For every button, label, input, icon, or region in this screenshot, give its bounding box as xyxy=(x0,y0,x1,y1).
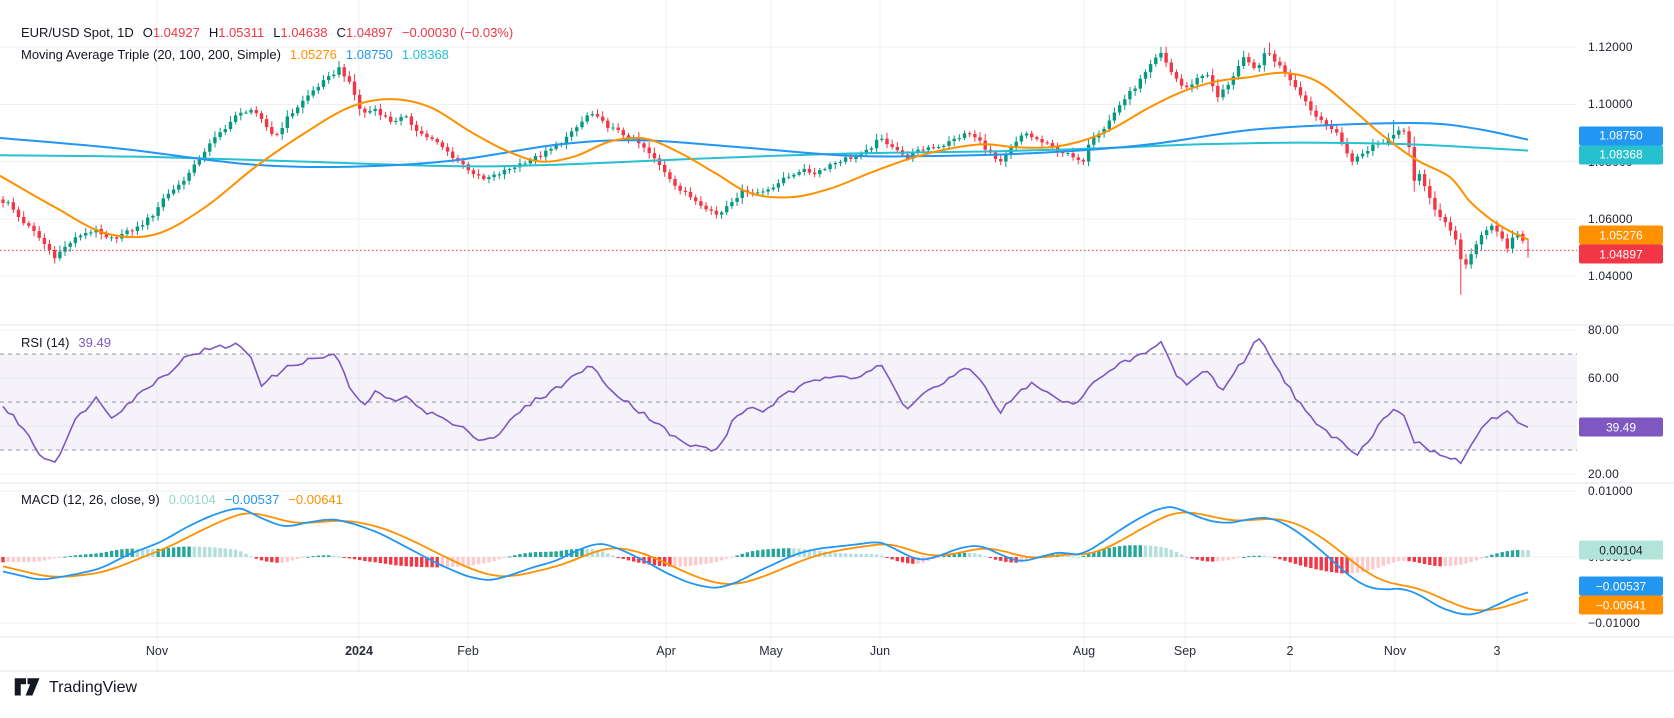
ma20-price-badge: 1.05276 xyxy=(1579,225,1663,245)
ohlc-high: H 1.05311 xyxy=(209,25,264,40)
close-label: C xyxy=(336,24,346,40)
macd-signal-value: −0.00641 xyxy=(288,491,343,507)
ma-title: Moving Average Triple (20, 100, 200, Sim… xyxy=(21,46,281,62)
price-axis[interactable] xyxy=(1577,0,1674,671)
close-value: 1.04897 xyxy=(345,24,393,40)
macd-title: MACD (12, 26, close, 9) xyxy=(21,491,160,507)
last-price-badge: 1.04897 xyxy=(1579,244,1663,264)
macd-hist-value: 0.00104 xyxy=(168,491,216,507)
open-value: 1.04927 xyxy=(152,24,200,40)
rsi-title: RSI (14) xyxy=(21,334,70,350)
tradingview-logo-text: TradingView xyxy=(49,679,138,696)
ma20-value: 1.05276 xyxy=(289,46,337,62)
chart-canvas[interactable] xyxy=(0,0,1674,718)
time-axis[interactable] xyxy=(0,637,1577,671)
rsi-legend-row[interactable]: RSI (14) 39.49 xyxy=(21,331,111,353)
high-value: 1.05311 xyxy=(218,24,265,40)
rsi-value: 39.49 xyxy=(78,334,111,350)
tradingview-chart-app: EUR/USD Spot, 1D O 1.04927 H 1.05311 L 1.04… xyxy=(0,0,1674,718)
tradingview-logo-icon xyxy=(14,678,40,696)
change-value: −0.00030 (−0.03%) xyxy=(401,24,514,40)
macd-histogram xyxy=(1,545,1530,574)
ma200-price-badge: 1.08368 xyxy=(1579,145,1663,165)
ma100-line xyxy=(0,122,1529,168)
ma-legend-row[interactable]: Moving Average Triple (20, 100, 200, Sim… xyxy=(21,43,513,65)
main-legend: EUR/USD Spot, 1D O 1.04927 H 1.05311 L 1.04… xyxy=(21,21,513,65)
candlestick-series xyxy=(1,42,1530,295)
rsi-value-badge: 39.49 xyxy=(1579,417,1663,437)
ohlc-open: O 1.04927 xyxy=(143,25,200,40)
ohlc-low: L 1.04638 xyxy=(273,25,327,40)
low-value: 1.04638 xyxy=(280,24,328,40)
macd-line-badge: −0.00537 xyxy=(1579,576,1663,596)
macd-signal-badge: −0.00641 xyxy=(1579,595,1663,615)
low-label: L xyxy=(273,24,281,40)
rsi-legend: RSI (14) 39.49 xyxy=(21,331,111,353)
symbol-legend-row[interactable]: EUR/USD Spot, 1D O 1.04927 H 1.05311 L 1.04… xyxy=(21,21,513,43)
macd-legend: MACD (12, 26, close, 9) 0.00104 −0.00537… xyxy=(21,488,343,510)
macd-line-value: −0.00537 xyxy=(224,491,280,507)
macd-legend-row[interactable]: MACD (12, 26, close, 9) 0.00104 −0.00537… xyxy=(21,488,343,510)
macd-hist-badge: 0.00104 xyxy=(1579,540,1663,560)
open-label: O xyxy=(142,24,153,40)
ma200-value: 1.08368 xyxy=(401,46,449,62)
high-label: H xyxy=(208,24,219,40)
tradingview-logo[interactable]: TradingView xyxy=(14,677,137,699)
ohlc-close: C 1.04897 xyxy=(336,25,392,40)
ma100-value: 1.08750 xyxy=(345,46,393,62)
symbol-title: EUR/USD Spot, 1D xyxy=(21,24,134,40)
ma100-price-badge: 1.08750 xyxy=(1579,126,1663,146)
